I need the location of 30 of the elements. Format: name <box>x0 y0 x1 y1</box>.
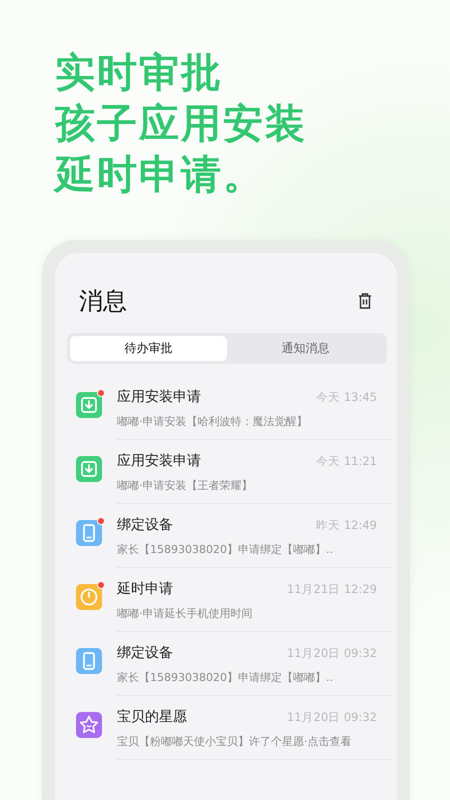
message-time: 11月20日 09:32 <box>286 710 377 725</box>
message-text: 嘟嘟·申请延长手机使用时间 <box>117 606 252 621</box>
message-text: 家长【15893038020】申请绑定【嘟嘟】.. <box>117 670 333 685</box>
message-time: 11月20日 09:32 <box>286 646 377 661</box>
timer-icon <box>75 583 103 611</box>
download-icon <box>75 391 103 419</box>
message-time: 11月21日 12:29 <box>286 582 377 597</box>
screen-title: 消息 <box>79 286 127 317</box>
headline-text: 实时审批 <box>55 49 223 98</box>
headline-text: 孩子应用安装 <box>55 100 307 149</box>
trash-icon[interactable] <box>357 292 373 310</box>
download-icon <box>75 455 103 483</box>
message-time: 今天 11:21 <box>316 454 377 469</box>
message-title: 绑定设备 <box>117 644 173 662</box>
phone-icon <box>75 647 103 675</box>
message-text: 宝贝【粉嘟嘟天使小宝贝】许了个星愿·点击查看 <box>117 734 352 749</box>
message-title: 应用安装申请 <box>117 452 201 470</box>
tab[interactable]: 通知消息 <box>227 336 384 361</box>
tab[interactable]: 待办审批 <box>70 336 227 361</box>
message-text: 嘟嘟·申请安装【王者荣耀】 <box>117 478 252 493</box>
message-title: 延时申请 <box>117 580 173 598</box>
message-text: 家长【15893038020】申请绑定【嘟嘟】.. <box>117 542 333 557</box>
message-title: 绑定设备 <box>117 516 173 534</box>
message-text: 嘟嘟·申请安装【哈利波特：魔法觉醒】 <box>117 414 308 429</box>
phone-icon <box>75 519 103 547</box>
message-time: 今天 13:45 <box>316 390 377 405</box>
headline-text: 延时申请。 <box>55 151 265 200</box>
message-title: 应用安装申请 <box>117 388 201 406</box>
message-time: 昨天 12:49 <box>316 518 377 533</box>
message-title: 宝贝的星愿 <box>117 708 187 726</box>
